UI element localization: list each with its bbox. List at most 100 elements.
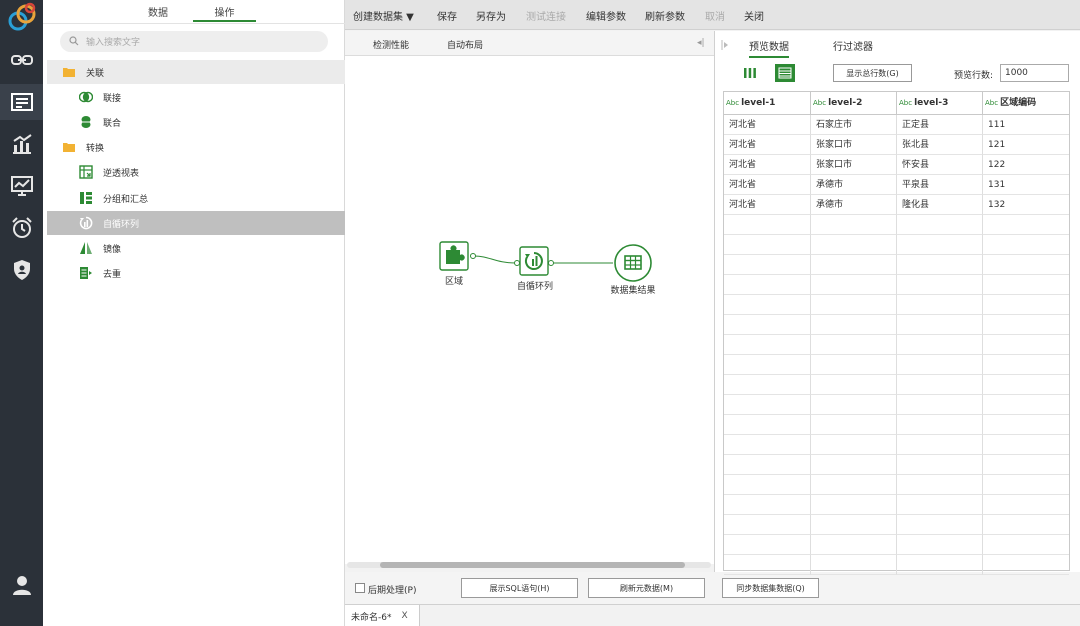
empty-cell[interactable] [897, 415, 983, 435]
empty-cell[interactable] [724, 375, 811, 395]
row-view-icon[interactable] [775, 64, 795, 82]
table-cell[interactable]: 132 [983, 195, 1069, 215]
tab-operations[interactable]: 操作 [193, 4, 256, 22]
empty-cell[interactable] [983, 415, 1069, 435]
user-icon[interactable] [0, 567, 43, 603]
table-cell[interactable]: 河北省 [724, 135, 811, 155]
empty-cell[interactable] [811, 375, 897, 395]
save-button[interactable]: 保存 [437, 8, 457, 23]
empty-cell[interactable] [897, 555, 983, 575]
refresh-params-button[interactable]: 刷新参数 [645, 8, 685, 23]
column-header[interactable]: Abc level-3 [897, 92, 983, 114]
table-cell[interactable]: 张家口市 [811, 155, 897, 175]
empty-cell[interactable] [811, 455, 897, 475]
empty-cell[interactable] [724, 355, 811, 375]
empty-cell[interactable] [724, 215, 811, 235]
close-tab-icon[interactable]: X [401, 611, 407, 621]
table-cell[interactable]: 111 [983, 115, 1069, 135]
empty-cell[interactable] [724, 395, 811, 415]
empty-cell[interactable] [811, 395, 897, 415]
node-dataset-result[interactable] [611, 243, 653, 286]
save-as-button[interactable]: 另存为 [476, 8, 506, 23]
tab-preview-data[interactable]: 预览数据 [749, 38, 789, 58]
empty-cell[interactable] [897, 395, 983, 415]
security-shield-icon[interactable] [0, 252, 43, 288]
canvas-horizontal-scrollbar[interactable] [347, 562, 711, 568]
empty-cell[interactable] [811, 235, 897, 255]
tree-item-dedupe[interactable]: 去重 [47, 261, 345, 285]
empty-cell[interactable] [811, 295, 897, 315]
empty-cell[interactable] [897, 455, 983, 475]
tab-row-filter[interactable]: 行过滤器 [833, 38, 873, 53]
table-cell[interactable]: 131 [983, 175, 1069, 195]
tree-item-self-loop-column[interactable]: 自循环列 [47, 211, 345, 235]
empty-cell[interactable] [897, 235, 983, 255]
scrollbar-thumb[interactable] [380, 562, 685, 568]
empty-cell[interactable] [811, 215, 897, 235]
search-input[interactable]: 输入搜索文字 [60, 31, 328, 52]
empty-cell[interactable] [724, 275, 811, 295]
alarm-clock-icon[interactable] [0, 210, 43, 246]
datasource-link-icon[interactable] [0, 42, 43, 78]
dashboard-icon[interactable] [0, 168, 43, 204]
column-header[interactable]: Abc level-1 [724, 92, 811, 114]
file-tab[interactable]: 未命名-6* X [345, 605, 420, 626]
column-header[interactable]: Abc 区域编码 [983, 92, 1069, 114]
table-cell[interactable]: 张北县 [897, 135, 983, 155]
column-view-icon[interactable] [740, 64, 760, 82]
empty-cell[interactable] [724, 335, 811, 355]
table-cell[interactable]: 正定县 [897, 115, 983, 135]
show-sql-button[interactable]: 展示SQL语句(H) [461, 578, 578, 598]
empty-cell[interactable] [983, 375, 1069, 395]
check-performance-button[interactable]: 检测性能 [373, 38, 409, 51]
empty-cell[interactable] [983, 535, 1069, 555]
preview-rows-input[interactable]: 1000 [1000, 64, 1069, 82]
empty-cell[interactable] [897, 355, 983, 375]
empty-cell[interactable] [724, 515, 811, 535]
node-region[interactable] [439, 241, 479, 276]
empty-cell[interactable] [897, 315, 983, 335]
post-process-checkbox[interactable] [355, 583, 365, 593]
table-cell[interactable]: 隆化县 [897, 195, 983, 215]
close-button[interactable]: 关闭 [744, 8, 764, 23]
empty-cell[interactable] [983, 295, 1069, 315]
edit-params-button[interactable]: 编辑参数 [586, 8, 626, 23]
table-cell[interactable]: 张家口市 [811, 135, 897, 155]
empty-cell[interactable] [983, 235, 1069, 255]
empty-cell[interactable] [897, 375, 983, 395]
table-cell[interactable]: 河北省 [724, 115, 811, 135]
empty-cell[interactable] [811, 335, 897, 355]
empty-cell[interactable] [724, 455, 811, 475]
table-cell[interactable]: 石家庄市 [811, 115, 897, 135]
empty-cell[interactable] [811, 515, 897, 535]
empty-cell[interactable] [897, 275, 983, 295]
empty-cell[interactable] [897, 295, 983, 315]
sync-dataset-button[interactable]: 同步数据集数据(Q) [722, 578, 819, 598]
empty-cell[interactable] [724, 475, 811, 495]
column-header[interactable]: Abc level-2 [811, 92, 897, 114]
table-cell[interactable]: 承德市 [811, 175, 897, 195]
empty-cell[interactable] [983, 215, 1069, 235]
empty-cell[interactable] [897, 215, 983, 235]
empty-cell[interactable] [811, 435, 897, 455]
empty-cell[interactable] [724, 495, 811, 515]
empty-cell[interactable] [811, 415, 897, 435]
create-dataset-menu[interactable]: 创建数据集 ▼ [353, 8, 414, 23]
tree-group-transform[interactable]: 转换 [47, 135, 345, 159]
table-cell[interactable]: 承德市 [811, 195, 897, 215]
cancel-button[interactable]: 取消 [705, 8, 725, 23]
table-cell[interactable]: 河北省 [724, 155, 811, 175]
node-self-loop[interactable] [514, 245, 554, 280]
empty-cell[interactable] [811, 255, 897, 275]
empty-cell[interactable] [897, 495, 983, 515]
empty-cell[interactable] [983, 555, 1069, 575]
tree-item-unpivot[interactable]: 逆透视表 [47, 160, 345, 184]
tab-data[interactable]: 数据 [138, 4, 178, 22]
auto-layout-button[interactable]: 自动布局 [447, 38, 483, 51]
empty-cell[interactable] [724, 555, 811, 575]
empty-cell[interactable] [983, 335, 1069, 355]
empty-cell[interactable] [811, 535, 897, 555]
empty-cell[interactable] [897, 435, 983, 455]
tree-item-mirror[interactable]: 镜像 [47, 236, 345, 260]
empty-cell[interactable] [811, 315, 897, 335]
